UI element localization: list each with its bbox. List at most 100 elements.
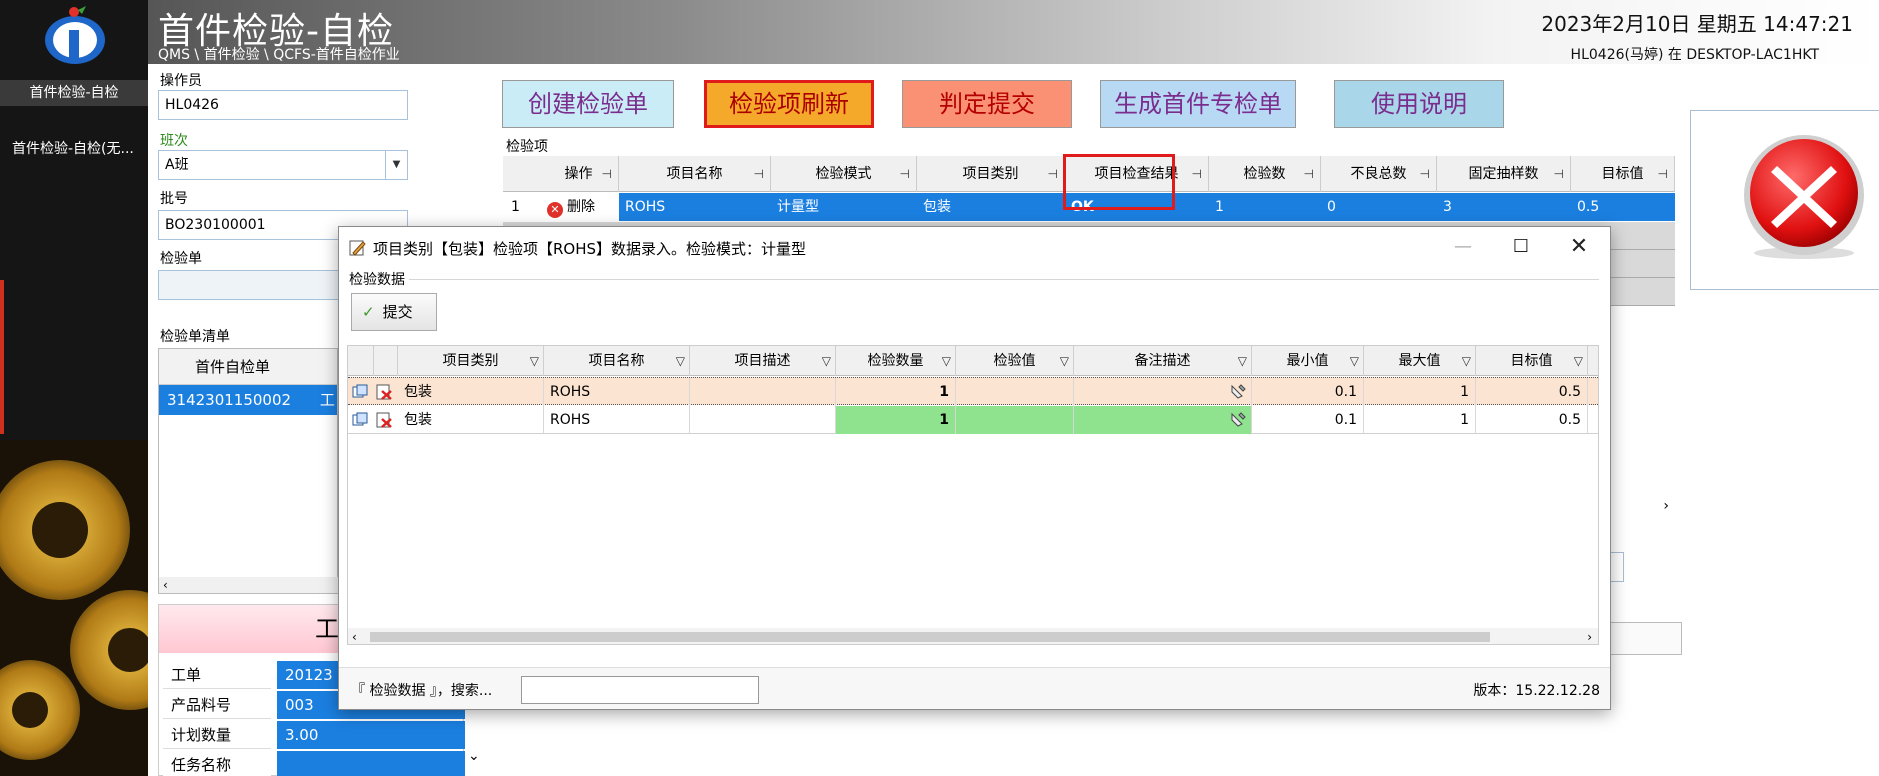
pin-icon[interactable]: ⊣	[1420, 156, 1430, 192]
table-row[interactable]: 包装 ROHS 1 0.1 1 0.5	[348, 377, 1598, 406]
pin-icon[interactable]: ⊣	[754, 156, 764, 192]
delete-row-icon[interactable]	[376, 384, 392, 400]
judge-submit-button[interactable]: 判定提交	[902, 80, 1072, 128]
dialog-titlebar[interactable]: 项目类别【包装】检验项【ROHS】数据录入。检验模式：计量型 — ☐ ✕	[339, 227, 1610, 267]
col-value[interactable]: 检验值 ▽	[956, 346, 1074, 376]
horizontal-scrollbar[interactable]: ‹ ›	[348, 628, 1598, 644]
operator-input[interactable]: HL0426	[158, 90, 408, 120]
col-description[interactable]: 项目描述 ▽	[690, 346, 836, 376]
pin-icon[interactable]: ⊣	[1554, 156, 1564, 192]
cell-quantity[interactable]: 1	[836, 378, 956, 406]
delete-button[interactable]: ✕ 删除	[539, 193, 619, 221]
create-inspection-button[interactable]: 创建检验单	[502, 80, 674, 128]
filter-icon[interactable]: ▽	[530, 346, 539, 376]
filter-icon[interactable]: ▽	[1060, 346, 1069, 376]
scroll-down-icon[interactable]: ⌄	[468, 748, 480, 764]
sidebar-accent-bar	[0, 280, 4, 434]
shift-select[interactable]: A班 ▼	[158, 150, 408, 180]
cell-target[interactable]: 0.5	[1476, 378, 1588, 406]
col-remark[interactable]: 备注描述 ▽	[1074, 346, 1252, 376]
cell-min[interactable]: 0.1	[1252, 406, 1364, 434]
help-button[interactable]: 使用说明	[1334, 80, 1504, 128]
col-category[interactable]: 项目类别 ⊣	[917, 156, 1065, 192]
col-min[interactable]: 最小值 ▽	[1252, 346, 1364, 376]
col-target[interactable]: 目标值 ▽	[1476, 346, 1588, 376]
submit-button[interactable]: ✓ 提交	[351, 293, 437, 331]
section-label: 检验数据	[349, 272, 405, 288]
col-category[interactable]: 项目类别 ▽	[398, 346, 544, 376]
pin-icon[interactable]: ⊣	[900, 156, 910, 192]
delete-row-icon[interactable]	[376, 412, 392, 428]
col-item-name[interactable]: 项目名称 ▽	[544, 346, 690, 376]
col-icon-2	[374, 346, 398, 376]
scroll-right-icon[interactable]: ›	[1587, 628, 1592, 644]
col-max[interactable]: 最大值 ▽	[1364, 346, 1476, 376]
sidebar-item-first-article-self-check-none[interactable]: 首件检验-自检(无...	[0, 138, 148, 158]
cell-description[interactable]	[690, 406, 836, 434]
cell-max[interactable]: 1	[1364, 406, 1476, 434]
filter-icon[interactable]: ▽	[822, 346, 831, 376]
col-fixed-sample[interactable]: 固定抽样数 ⊣	[1437, 156, 1571, 192]
filter-icon[interactable]: ▽	[1238, 346, 1247, 376]
operator-label: 操作员	[160, 73, 202, 89]
planned-qty-value[interactable]: 3.00	[277, 721, 465, 749]
filter-icon[interactable]: ▽	[1462, 346, 1471, 376]
cell-target: 0.5	[1577, 199, 1600, 215]
pin-icon[interactable]: ⊣	[1192, 156, 1202, 192]
refresh-items-button[interactable]: 检验项刷新	[704, 80, 874, 128]
scroll-left-icon[interactable]: ‹	[352, 628, 357, 644]
filter-icon[interactable]: ▽	[676, 346, 685, 376]
pin-icon[interactable]: ⊣	[1048, 156, 1058, 192]
task-name-value[interactable]	[277, 751, 465, 776]
edit-remark-icon[interactable]	[1229, 383, 1247, 401]
filter-icon[interactable]: ▽	[1574, 346, 1583, 376]
cell-remark[interactable]	[1074, 378, 1252, 406]
edit-remark-icon[interactable]	[1229, 411, 1247, 429]
scrollbar-thumb[interactable]	[370, 632, 1490, 642]
data-entry-dialog: 项目类别【包装】检验项【ROHS】数据录入。检验模式：计量型 — ☐ ✕ 检验数…	[338, 226, 1611, 710]
cell-value[interactable]	[956, 378, 1074, 406]
minimize-icon[interactable]: —	[1441, 233, 1485, 261]
generate-inspection-button[interactable]: 生成首件专检单	[1100, 80, 1296, 128]
task-name-label: 任务名称	[163, 751, 271, 776]
close-icon[interactable]: ✕	[1557, 233, 1601, 261]
inspection-list-row[interactable]: 3142301150002 工作	[159, 385, 337, 439]
maximize-icon[interactable]: ☐	[1499, 233, 1543, 261]
cell-remark[interactable]	[1074, 406, 1252, 434]
cell-min[interactable]: 0.1	[1252, 378, 1364, 406]
col-count[interactable]: 检验数 ⊣	[1209, 156, 1321, 192]
col-icon-1	[348, 346, 374, 376]
check-icon: ✓	[362, 303, 375, 321]
chevron-down-icon[interactable]: ▼	[385, 151, 407, 179]
copy-row-icon[interactable]	[352, 412, 368, 428]
pin-icon[interactable]: ⊣	[602, 156, 612, 192]
pin-icon[interactable]: ⊣	[1658, 156, 1668, 192]
cell-target[interactable]: 0.5	[1476, 406, 1588, 434]
col-item-name[interactable]: 项目名称 ⊣	[619, 156, 771, 192]
cell-item-name[interactable]: ROHS	[544, 406, 690, 434]
scroll-right-icon[interactable]: ›	[1663, 498, 1669, 514]
table-row[interactable]: 包装 ROHS 1 0.1 1 0.5	[348, 406, 1598, 434]
search-input[interactable]	[521, 676, 759, 704]
edit-document-icon	[349, 240, 366, 256]
cell-quantity[interactable]: 1	[836, 406, 956, 434]
list-scrollbar[interactable]: ‹	[159, 577, 339, 593]
col-defects[interactable]: 不良总数 ⊣	[1321, 156, 1437, 192]
filter-icon[interactable]: ▽	[942, 346, 951, 376]
inspection-list-col[interactable]: 首件自检单	[159, 349, 270, 384]
cell-description[interactable]	[690, 378, 836, 406]
pin-icon[interactable]: ⊣	[1304, 156, 1314, 192]
grid-header: 项目类别 ▽ 项目名称 ▽ 项目描述 ▽ 检验数量 ▽ 检验值 ▽ 备注描述 ▽ 最小值 ▽ …	[348, 346, 1598, 376]
sidebar-item-first-article-self-check[interactable]: 首件检验-自检	[0, 80, 148, 106]
col-mode[interactable]: 检验模式 ⊣	[771, 156, 917, 192]
cell-category[interactable]: 包装	[398, 406, 544, 434]
cell-value[interactable]	[956, 406, 1074, 434]
cell-max[interactable]: 1	[1364, 378, 1476, 406]
copy-row-icon[interactable]	[352, 384, 368, 400]
cell-category[interactable]: 包装	[398, 378, 544, 406]
col-target[interactable]: 目标值 ⊣	[1571, 156, 1675, 192]
col-quantity[interactable]: 检验数量 ▽	[836, 346, 956, 376]
filter-icon[interactable]: ▽	[1350, 346, 1359, 376]
cell-item-name[interactable]: ROHS	[544, 378, 690, 406]
col-action[interactable]: 操作 ⊣	[539, 156, 619, 192]
